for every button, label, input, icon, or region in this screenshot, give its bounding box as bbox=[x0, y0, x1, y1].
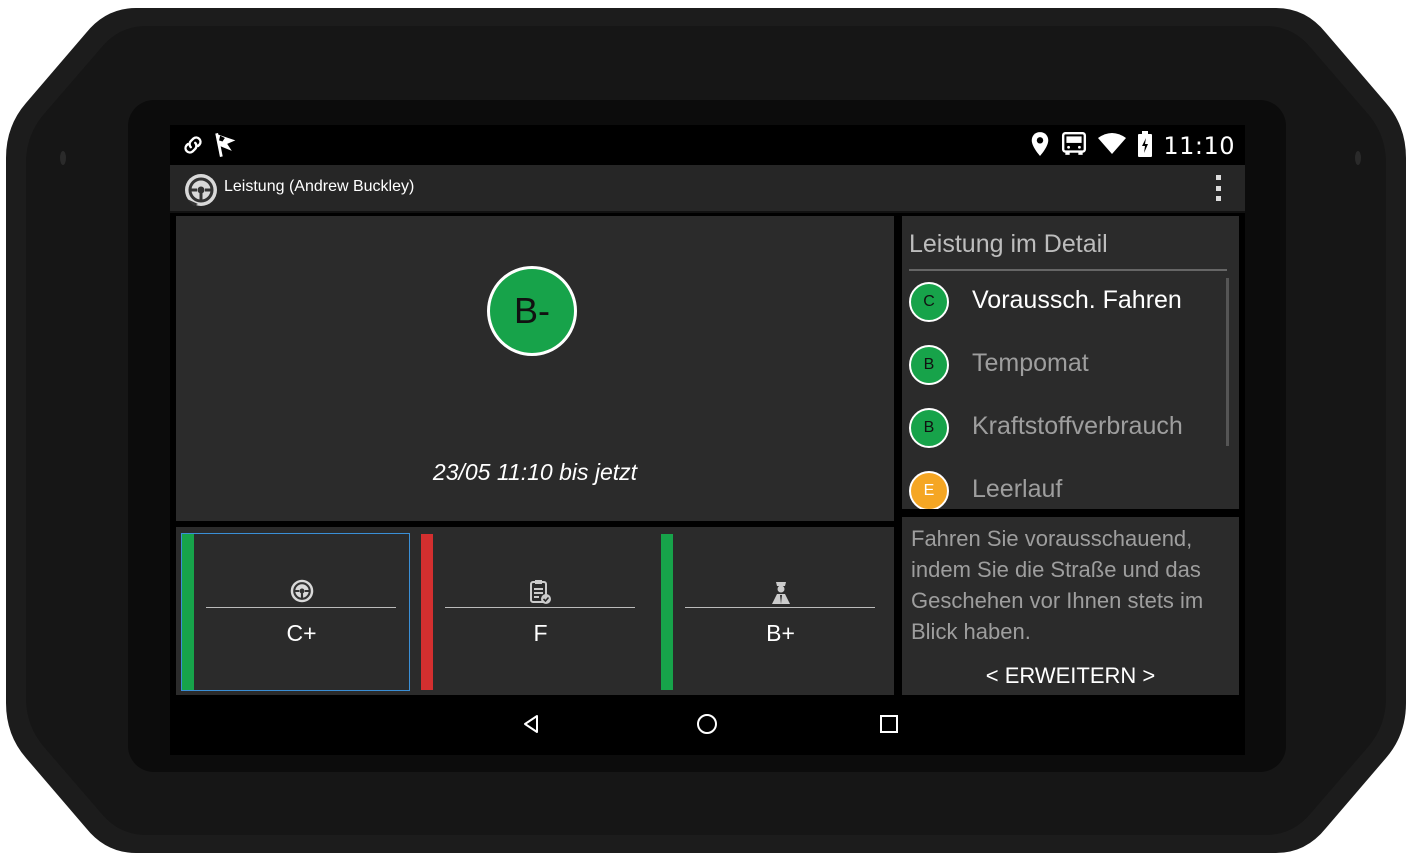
wifi-icon bbox=[1097, 132, 1127, 160]
category-tile-compliance[interactable]: F bbox=[421, 534, 648, 690]
category-grade: B+ bbox=[766, 620, 795, 646]
steering-wheel-icon bbox=[184, 173, 218, 207]
detail-item-tempomat[interactable]: B Tempomat bbox=[909, 343, 1229, 387]
detail-title: Leistung im Detail bbox=[909, 230, 1108, 258]
detail-panel: Leistung im Detail C Voraussch. Fahren B… bbox=[902, 216, 1239, 509]
status-bar: 11:10 bbox=[170, 125, 1245, 165]
location-pin-icon bbox=[1029, 131, 1051, 161]
detail-item-label: Kraftstoffverbrauch bbox=[972, 412, 1183, 440]
divider bbox=[206, 607, 396, 608]
steering-wheel-icon bbox=[290, 579, 314, 605]
tip-panel: Fahren Sie vorausschauend, indem Sie die… bbox=[902, 517, 1239, 695]
grade-badge: B bbox=[909, 345, 949, 385]
grade-color-bar bbox=[182, 534, 194, 690]
flag-icon bbox=[212, 131, 240, 163]
expand-button[interactable]: < ERWEITERN > bbox=[902, 663, 1239, 689]
detail-item-label: Tempomat bbox=[972, 349, 1089, 377]
detail-item-label: Leerlauf bbox=[972, 475, 1063, 503]
detail-item-kraftstoffverbrauch[interactable]: B Kraftstoffverbrauch bbox=[909, 406, 1229, 450]
category-tile-driver[interactable]: B+ bbox=[661, 534, 888, 690]
category-tile-driving[interactable]: C+ bbox=[181, 533, 410, 691]
grade-badge: C bbox=[909, 282, 949, 322]
battery-charging-icon bbox=[1137, 131, 1153, 161]
app-bar: Leistung (Andrew Buckley) bbox=[170, 165, 1245, 213]
screen: 11:10 Leistung (Andrew Buckley) B- 23/05… bbox=[170, 125, 1245, 755]
grade-badge: B bbox=[909, 408, 949, 448]
overall-score-panel: B- 23/05 11:10 bis jetzt bbox=[176, 216, 894, 521]
divider bbox=[445, 607, 635, 608]
navigation-bar bbox=[170, 695, 1245, 755]
back-icon[interactable] bbox=[515, 708, 547, 740]
category-grade: F bbox=[533, 620, 548, 646]
grade-color-bar bbox=[661, 534, 673, 690]
recents-icon[interactable] bbox=[873, 708, 905, 740]
clipboard-check-icon bbox=[529, 579, 553, 605]
period-label: 23/05 11:10 bis jetzt bbox=[432, 459, 638, 485]
home-icon[interactable] bbox=[691, 708, 723, 740]
grade-badge: E bbox=[909, 471, 949, 509]
truck-icon bbox=[1061, 131, 1087, 161]
overflow-menu-icon[interactable] bbox=[1213, 175, 1223, 201]
scrollbar[interactable] bbox=[1226, 278, 1229, 446]
page-title: Leistung (Andrew Buckley) bbox=[224, 178, 415, 195]
category-tiles: C+ F B+ bbox=[176, 527, 894, 695]
overall-grade-badge: B- bbox=[487, 266, 577, 356]
driver-icon bbox=[769, 579, 793, 605]
detail-item-label: Voraussch. Fahren bbox=[972, 286, 1182, 314]
divider bbox=[909, 269, 1227, 271]
grade-color-bar bbox=[421, 534, 433, 690]
detail-item-leerlauf[interactable]: E Leerlauf bbox=[909, 469, 1229, 509]
overall-grade: B- bbox=[514, 290, 550, 331]
detail-item-voraussch-fahren[interactable]: C Voraussch. Fahren bbox=[909, 280, 1229, 324]
category-grade: C+ bbox=[286, 620, 317, 646]
tip-text: Fahren Sie vorausschauend, indem Sie die… bbox=[911, 526, 1204, 644]
link-icon bbox=[180, 132, 206, 162]
divider bbox=[685, 607, 875, 608]
clock: 11:10 bbox=[1163, 132, 1235, 160]
